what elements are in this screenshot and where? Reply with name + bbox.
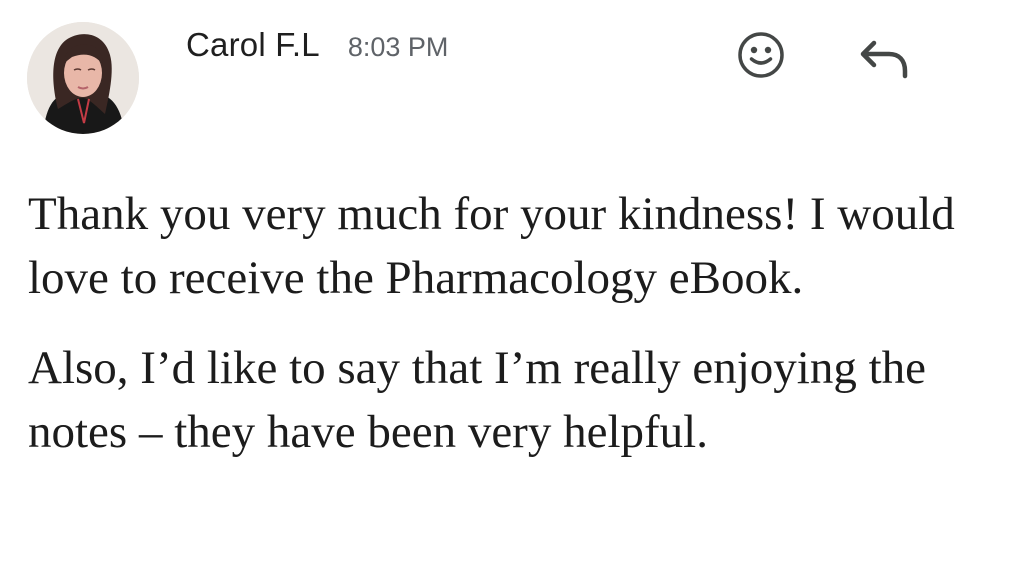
reply-button[interactable] [856,34,912,80]
sender-line: Carol F.L 8:03 PM [186,26,448,66]
message-paragraph-1: Thank you very much for your kindness! I… [28,188,955,304]
message-time: 8:03 PM [347,32,449,62]
avatar[interactable] [27,22,139,134]
emoji-reaction-button[interactable] [736,30,786,80]
sender-name[interactable]: Carol F.L [186,26,320,64]
message-body: Thank you very much for your kindness! I… [28,182,1008,464]
message-header: Carol F.L 8:03 PM [0,0,1024,150]
smiley-face-icon [738,32,784,78]
reply-arrow-icon [860,40,908,79]
message-paragraph-2: Also, I’d like to say that I’m really en… [28,342,927,458]
